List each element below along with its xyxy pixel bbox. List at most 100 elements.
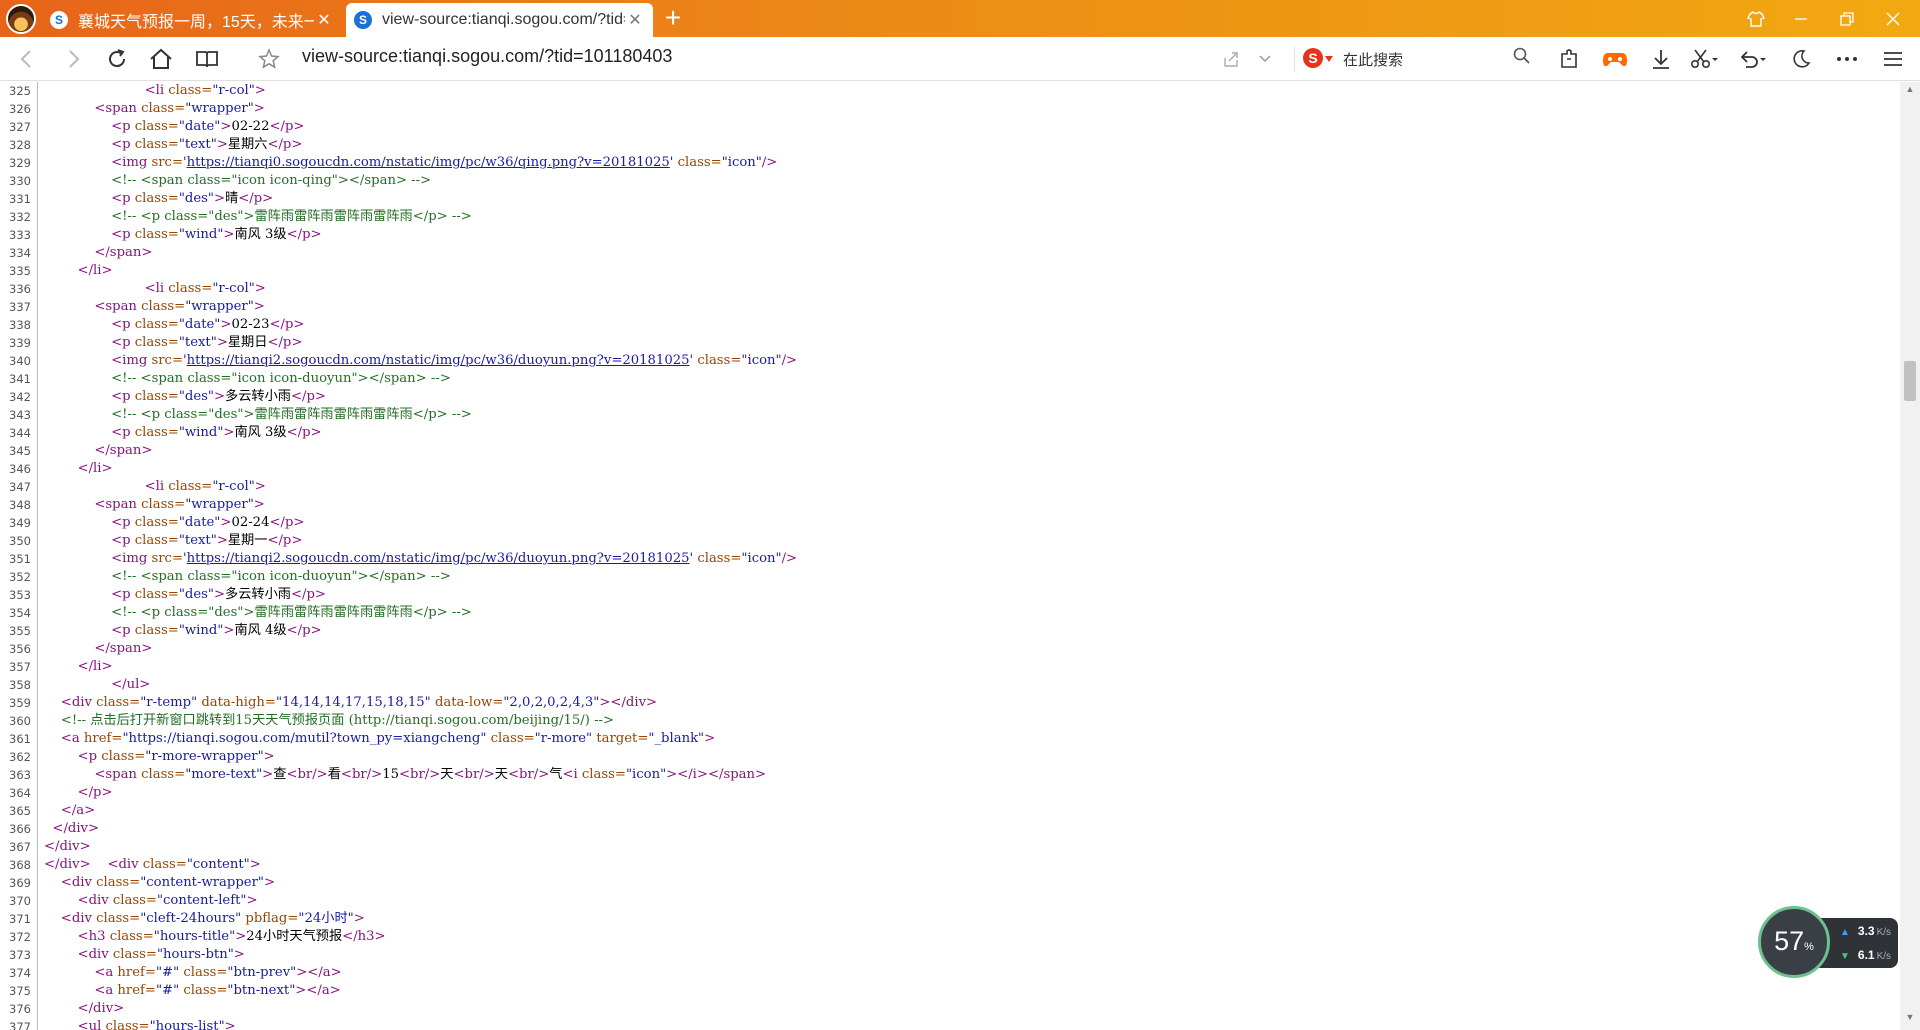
source-line: <!-- <p class="des">雷阵雨雷阵雨雷阵雨雷阵雨</p> --> <box>44 604 797 622</box>
network-speed-widget[interactable]: 57% ▲ 3.3 K/s ▼ 6.1 K/s <box>1758 906 1900 980</box>
attr-token: src= <box>151 353 183 368</box>
browser-logo-icon[interactable] <box>6 4 36 34</box>
tag-token: <a <box>94 965 118 980</box>
tag-token: > <box>213 587 226 602</box>
forward-icon[interactable] <box>58 44 88 74</box>
back-icon[interactable] <box>12 44 42 74</box>
attr-token: class= <box>134 533 179 548</box>
text-token: 星期六 <box>227 137 268 152</box>
line-number: 348 <box>9 498 31 512</box>
new-tab-button[interactable]: + <box>658 4 688 34</box>
tag-token: <br/> <box>507 767 550 782</box>
share-icon[interactable] <box>1216 44 1246 74</box>
source-link[interactable]: https://tianqi2.sogoucdn.com/nstatic/img… <box>187 353 690 368</box>
skin-icon[interactable] <box>1733 0 1779 37</box>
reload-icon[interactable] <box>102 44 132 74</box>
source-line: </span> <box>44 640 797 658</box>
line-number: 374 <box>9 966 31 980</box>
line-number: 377 <box>9 1020 31 1030</box>
value-token: "wind" <box>178 623 224 638</box>
line-number: 365 <box>9 804 31 818</box>
line-number: 329 <box>9 156 31 170</box>
minimize-icon[interactable] <box>1778 0 1824 37</box>
line-number: 362 <box>9 750 31 764</box>
source-line: </span> <box>44 244 797 262</box>
night-mode-icon[interactable] <box>1786 44 1816 74</box>
line-number: 358 <box>9 678 31 692</box>
line-number: 333 <box>9 228 31 242</box>
tag-token: <p <box>111 137 135 152</box>
line-number: 357 <box>9 660 31 674</box>
download-speed: ▼ 6.1 K/s <box>1840 948 1891 962</box>
tab-view-source[interactable]: S view-source:tianqi.sogou.com/?tid=1011… <box>346 3 653 37</box>
extensions-icon[interactable] <box>1554 44 1584 74</box>
game-controller-icon[interactable] <box>1600 44 1630 74</box>
tag-token: > <box>253 299 265 314</box>
value-token: "des" <box>178 587 214 602</box>
more-menu-icon[interactable] <box>1832 44 1862 74</box>
comment-token: <!-- <p class="des">雷阵雨雷阵雨雷阵雨雷阵雨</p> --> <box>111 407 472 422</box>
search-input[interactable]: 在此搜索 <box>1343 49 1403 70</box>
value-token: "2,0,2,0,2,4,3" <box>503 695 600 710</box>
engine-dropdown-icon[interactable] <box>1325 56 1333 62</box>
download-icon[interactable] <box>1646 44 1676 74</box>
value-token: "btn-prev" <box>227 965 297 980</box>
source-line: <a href="#" class="btn-next"></a> <box>44 982 797 1000</box>
attr-token: class= <box>101 749 146 764</box>
tag-token: </div> <box>44 857 91 872</box>
attr-token: class= <box>141 497 186 512</box>
source-line: <h3 class="hours-title">24小时天气预报</h3> <box>44 928 797 946</box>
line-number: 352 <box>9 570 31 584</box>
line-number: 334 <box>9 246 31 260</box>
tag-token: <div <box>107 857 143 872</box>
comment-token: <!-- <span class="icon icon-qing"></span… <box>111 173 432 188</box>
source-link[interactable]: https://tianqi0.sogoucdn.com/nstatic/img… <box>187 155 670 170</box>
text-token: 南风 4级 <box>234 623 287 638</box>
bookmark-star-icon[interactable] <box>254 44 284 74</box>
tag-token: > <box>216 137 228 152</box>
tag-token: <p <box>111 533 135 548</box>
home-icon[interactable] <box>146 44 176 74</box>
source-line: <a href="https://tianqi.sogou.com/mutil?… <box>44 730 797 748</box>
address-bar[interactable]: view-source:tianqi.sogou.com/?tid=101180… <box>302 46 672 67</box>
value-token: "text" <box>178 137 217 152</box>
tag-token: <p <box>111 623 135 638</box>
restore-icon[interactable] <box>1824 0 1870 37</box>
line-number: 376 <box>9 1002 31 1016</box>
source-line: <!-- <span class="icon icon-duoyun"></sp… <box>44 568 797 586</box>
reading-mode-icon[interactable] <box>192 44 222 74</box>
value-token: "24小时" <box>298 911 354 926</box>
tag-token: > <box>262 767 274 782</box>
screenshot-scissors-icon[interactable] <box>1690 44 1720 74</box>
comment-token: <!-- <p class="des">雷阵雨雷阵雨雷阵雨雷阵雨</p> --> <box>111 605 472 620</box>
value-token: "des" <box>178 191 214 206</box>
attr-token: class= <box>141 299 186 314</box>
scrollbar-thumb[interactable] <box>1904 361 1916 401</box>
tag-token: > <box>223 623 235 638</box>
source-link[interactable]: https://tianqi2.sogoucdn.com/nstatic/img… <box>187 551 690 566</box>
scroll-down-arrow-icon[interactable]: ▼ <box>1900 1012 1920 1028</box>
tab-weather[interactable]: S 襄城天气预报一周，15天，未来一周天气预报 ✕ <box>42 3 342 37</box>
search-icon[interactable] <box>1513 47 1530 69</box>
vertical-scrollbar[interactable]: ▲ ▼ <box>1900 82 1920 1030</box>
undo-icon[interactable] <box>1738 44 1768 74</box>
chevron-down-icon[interactable] <box>1250 44 1280 74</box>
tag-token: </a> <box>60 803 96 818</box>
tab-close-icon[interactable]: ✕ <box>314 10 334 30</box>
tab-close-icon[interactable]: ✕ <box>625 10 645 30</box>
search-box[interactable]: S 在此搜索 <box>1294 46 1535 72</box>
sogou-search-icon[interactable]: S <box>1303 48 1323 68</box>
scroll-up-arrow-icon[interactable]: ▲ <box>1900 84 1920 100</box>
hamburger-menu-icon[interactable] <box>1878 44 1908 74</box>
close-icon[interactable] <box>1870 0 1916 37</box>
